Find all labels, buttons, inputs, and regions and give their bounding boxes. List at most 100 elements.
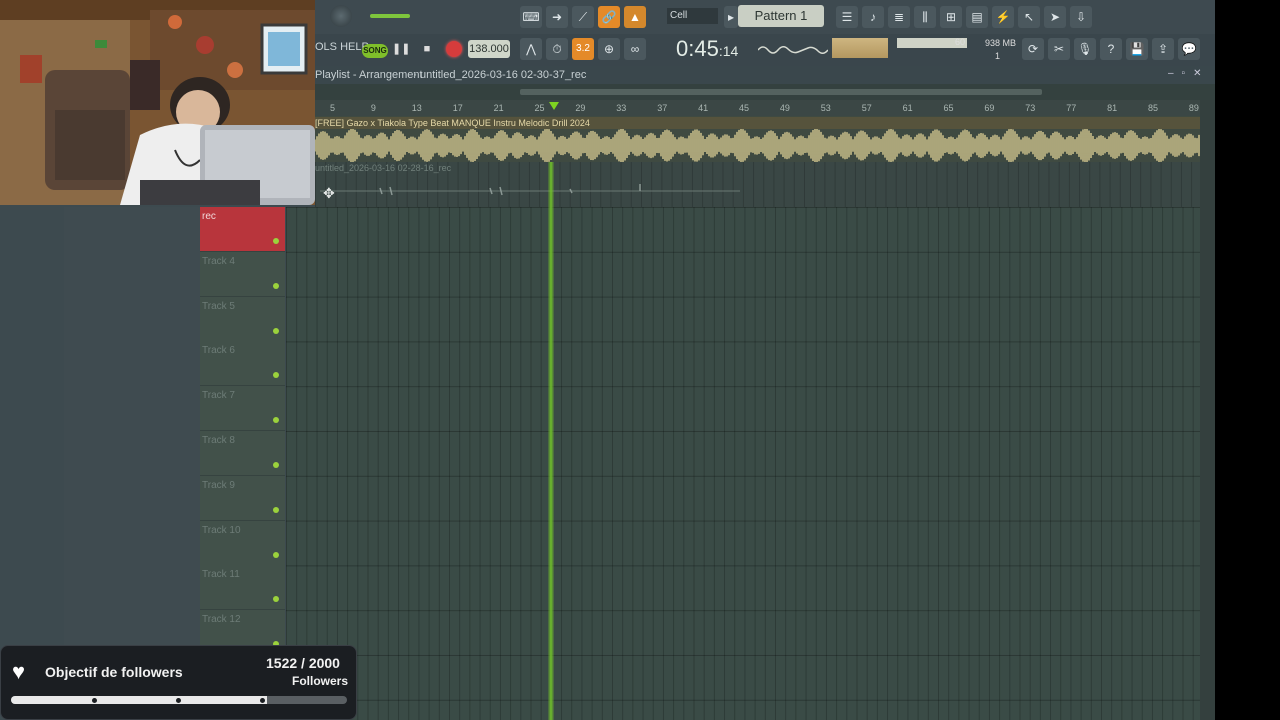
download-icon[interactable]: ⇩ bbox=[1070, 6, 1092, 28]
track-mute-led[interactable] bbox=[273, 417, 279, 424]
goal-progress-fill bbox=[11, 696, 267, 704]
clipboard-icon[interactable]: ▤ bbox=[966, 6, 988, 28]
blend-recording-icon[interactable]: ⊕ bbox=[598, 38, 620, 60]
rec-clip-waveform[interactable] bbox=[320, 180, 740, 202]
bar-number: 53 bbox=[820, 103, 831, 113]
metronome-toggle-icon[interactable]: ⋀ bbox=[520, 38, 542, 60]
track-name: Track 5 bbox=[202, 300, 235, 312]
track-mute-led[interactable] bbox=[273, 462, 279, 468]
wait-input-icon[interactable]: ⏱ bbox=[546, 38, 568, 60]
link-icon[interactable]: 🔗 bbox=[598, 6, 620, 28]
track-header[interactable]: Track 5 bbox=[200, 296, 285, 342]
bar-number: 21 bbox=[493, 103, 504, 113]
track-mute-led[interactable] bbox=[273, 238, 279, 244]
step-edit-icon[interactable]: ➜ bbox=[546, 6, 568, 28]
track-mute-led[interactable] bbox=[273, 282, 279, 289]
metronome-icon[interactable]: ▲ bbox=[624, 6, 646, 28]
bar-number: 85 bbox=[1148, 103, 1159, 113]
track-mute-led[interactable] bbox=[273, 551, 279, 558]
track-mute-led[interactable] bbox=[273, 327, 279, 334]
track-name: Track 12 bbox=[202, 614, 241, 626]
loop-record-icon[interactable]: ∞ bbox=[624, 38, 646, 60]
help-icon[interactable]: ? bbox=[1100, 38, 1122, 60]
bar-number: 37 bbox=[657, 103, 668, 113]
rec-clip-name: untitled_2026-03-16 02-28-16_rec bbox=[315, 163, 452, 173]
bar-number: 57 bbox=[861, 103, 872, 113]
bar-number: 73 bbox=[1025, 103, 1036, 113]
bar-number: 9 bbox=[370, 103, 376, 113]
bar-number: 77 bbox=[1066, 103, 1077, 113]
tempo-display[interactable]: 138.000 bbox=[468, 40, 510, 58]
slide-icon[interactable]: ⟋ bbox=[572, 6, 594, 28]
audio-clip-waveform[interactable] bbox=[315, 129, 1200, 162]
track-name: Track 10 bbox=[202, 524, 241, 536]
goal-unit: Followers bbox=[292, 674, 349, 688]
audio-clip-name: [FREE] Gazo x Tiakola Type Beat MANQUE I… bbox=[315, 117, 1200, 129]
track-name: Track 11 bbox=[202, 569, 240, 581]
track-header[interactable]: Track 4 bbox=[200, 251, 285, 297]
bar-number: 89 bbox=[1188, 103, 1199, 113]
playhead-marker[interactable] bbox=[549, 102, 559, 110]
channel-rack-icon[interactable]: ≣ bbox=[888, 6, 910, 28]
track-header-rec[interactable]: rec bbox=[200, 207, 285, 252]
goal-count: 1522 / 2000 bbox=[266, 655, 340, 671]
bar-number: 5 bbox=[330, 103, 336, 113]
cpu-value: 60 bbox=[955, 37, 966, 47]
menu-tools-help[interactable]: OLS HELP bbox=[315, 41, 369, 53]
track-mute-led[interactable] bbox=[273, 596, 279, 603]
playlist-icon[interactable]: ☰ bbox=[836, 6, 858, 28]
track-header[interactable]: Track 8 bbox=[200, 431, 285, 476]
track-name: Track 6 bbox=[202, 345, 235, 357]
browser-icon[interactable]: ⊞ bbox=[940, 6, 962, 28]
scroll-thumb[interactable] bbox=[520, 89, 1042, 95]
track-header-column bbox=[64, 207, 200, 720]
pattern-selector[interactable]: Pattern 1 bbox=[738, 5, 824, 27]
vertical-scroll[interactable] bbox=[1200, 100, 1215, 720]
pattern-prev-icon[interactable]: ▸ bbox=[724, 6, 738, 28]
song-mode-toggle[interactable]: SONG bbox=[362, 44, 388, 58]
track-header[interactable]: Track 9 bbox=[200, 475, 285, 521]
cpu-meter bbox=[832, 38, 888, 58]
track-header[interactable]: Track 11 bbox=[200, 565, 285, 611]
master-pitch-knob[interactable] bbox=[330, 5, 352, 27]
microphone-icon[interactable]: 🎙 bbox=[1074, 38, 1096, 60]
bar-number: 45 bbox=[739, 103, 750, 113]
bar-number: 49 bbox=[779, 103, 790, 113]
master-volume-slider[interactable] bbox=[370, 14, 410, 18]
mixer-icon[interactable]: ⫼ bbox=[914, 6, 936, 28]
playlist-title-bar: Playlist - Arrangement › untitled_2026-0… bbox=[315, 66, 1215, 85]
save-icon[interactable]: 💾 bbox=[1126, 38, 1148, 60]
typing-keyboard-icon[interactable]: ⌨ bbox=[520, 6, 542, 28]
snap-selector[interactable]: Cell bbox=[667, 8, 718, 24]
bar-numbers: 5 9 13 17 21 25 29 33 37 41 45 49 53 57 61 65 69 73 77 81 85… bbox=[0, 100, 1200, 116]
playback-line bbox=[548, 162, 554, 720]
pointer-icon[interactable]: ➤ bbox=[1044, 6, 1066, 28]
window-controls[interactable]: –▫✕ bbox=[1168, 68, 1210, 79]
track-mute-led[interactable] bbox=[273, 506, 279, 513]
track-mute-led[interactable] bbox=[273, 372, 279, 379]
track-header[interactable]: Track 7 bbox=[200, 386, 285, 432]
tools-icon[interactable]: ✂ bbox=[1048, 38, 1070, 60]
help-arrow-icon[interactable]: ↖ bbox=[1018, 6, 1040, 28]
bar-number: 17 bbox=[452, 103, 463, 113]
time-main: 0:45 bbox=[676, 36, 719, 61]
record-icon[interactable] bbox=[446, 41, 462, 57]
song-time-display[interactable]: 0:45:14 bbox=[676, 36, 748, 62]
project-name[interactable]: untitled_2026-03-16 02-30-37_rec bbox=[420, 69, 586, 81]
stop-icon[interactable]: ■ bbox=[418, 40, 436, 58]
playlist-grid[interactable] bbox=[286, 207, 1200, 720]
track-header[interactable]: Track 10 bbox=[200, 520, 285, 566]
chat-icon[interactable]: 💬 bbox=[1178, 38, 1200, 60]
refresh-icon[interactable]: ⟳ bbox=[1022, 38, 1044, 60]
render-icon[interactable]: ⇪ bbox=[1152, 38, 1174, 60]
pause-icon[interactable]: ❚❚ bbox=[392, 40, 410, 58]
track-header[interactable]: Track 6 bbox=[200, 341, 285, 387]
bar-number: 69 bbox=[984, 103, 995, 113]
goal-tick bbox=[92, 698, 97, 703]
piano-roll-icon[interactable]: ♪ bbox=[862, 6, 884, 28]
countdown-toggle[interactable]: 3.2 bbox=[572, 38, 594, 60]
waveform-path bbox=[315, 129, 1200, 162]
playlist-title: Playlist - Arrangement bbox=[315, 69, 423, 81]
plugin-icon[interactable]: ⚡ bbox=[992, 6, 1014, 28]
bar-number: 13 bbox=[411, 103, 422, 113]
